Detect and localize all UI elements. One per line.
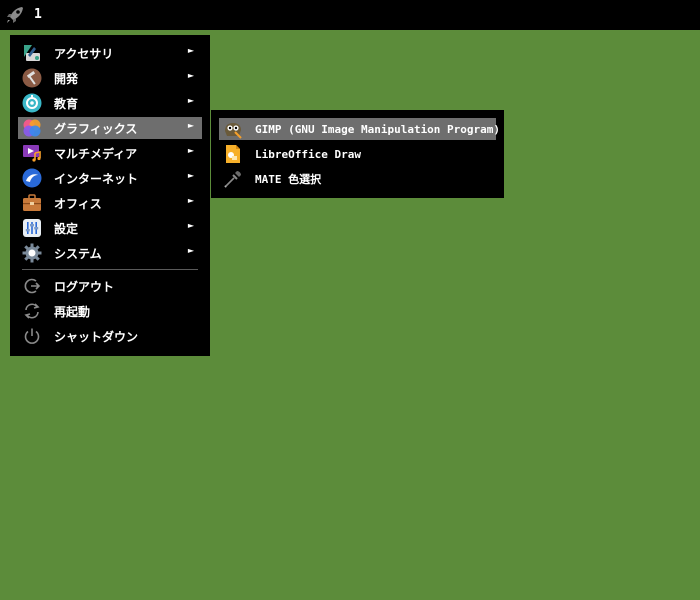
submenu-arrow-icon: ► [187, 71, 194, 80]
graphics-submenu: GIMP (GNU Image Manipulation Program) Li… [211, 110, 504, 198]
menu-separator [22, 269, 198, 270]
submenu-item-gimp[interactable]: GIMP (GNU Image Manipulation Program) [219, 118, 500, 140]
submenu-arrow-icon: ► [187, 146, 194, 155]
education-icon [22, 93, 42, 113]
multimedia-icon [23, 145, 41, 162]
rocket-icon[interactable] [4, 4, 26, 26]
application-menu: アクセサリ ► 開発 ► 教育 ► グラフィックス ► マルチメディア ► イン… [10, 35, 210, 356]
restart-icon [24, 303, 40, 319]
settings-icon [23, 219, 41, 237]
menu-item-internet[interactable]: インターネット ► [18, 167, 202, 189]
internet-icon [22, 168, 42, 188]
gimp-icon [225, 123, 242, 139]
menu-item-shutdown[interactable]: シャットダウン [18, 325, 202, 347]
color-picker-icon [224, 171, 241, 188]
menu-item-multimedia[interactable]: マルチメディア ► [18, 142, 202, 164]
submenu-arrow-icon: ► [187, 171, 194, 180]
submenu-arrow-icon: ► [187, 246, 194, 255]
submenu-arrow-icon: ► [187, 96, 194, 105]
graphics-icon [23, 119, 41, 137]
submenu-arrow-icon: ► [187, 121, 194, 130]
menu-item-logout[interactable]: ログアウト [18, 275, 202, 297]
menu-item-office[interactable]: オフィス ► [18, 192, 202, 214]
submenu-arrow-icon: ► [187, 46, 194, 55]
development-icon [22, 68, 42, 88]
submenu-arrow-icon: ► [187, 196, 194, 205]
top-panel: 1 [0, 0, 700, 30]
accessories-icon [24, 45, 40, 61]
menu-item-education[interactable]: 教育 ► [18, 92, 202, 114]
menu-item-settings[interactable]: 設定 ► [18, 217, 202, 239]
submenu-item-libreoffice-draw[interactable]: LibreOffice Draw [219, 143, 496, 165]
shutdown-icon [24, 328, 40, 344]
menu-item-system[interactable]: システム ► [18, 242, 202, 264]
menu-item-restart[interactable]: 再起動 [18, 300, 202, 322]
workspace-indicator[interactable]: 1 [34, 7, 42, 22]
logout-icon [24, 278, 41, 294]
system-icon [22, 243, 42, 263]
menu-item-development[interactable]: 開発 ► [18, 67, 202, 89]
office-icon [23, 194, 41, 211]
menu-item-accessories[interactable]: アクセサリ ► [18, 42, 202, 64]
libreoffice-draw-icon [226, 145, 240, 163]
submenu-arrow-icon: ► [187, 221, 194, 230]
menu-item-graphics[interactable]: グラフィックス ► [18, 117, 202, 139]
submenu-item-mate-color-picker[interactable]: MATE 色選択 [219, 168, 496, 190]
